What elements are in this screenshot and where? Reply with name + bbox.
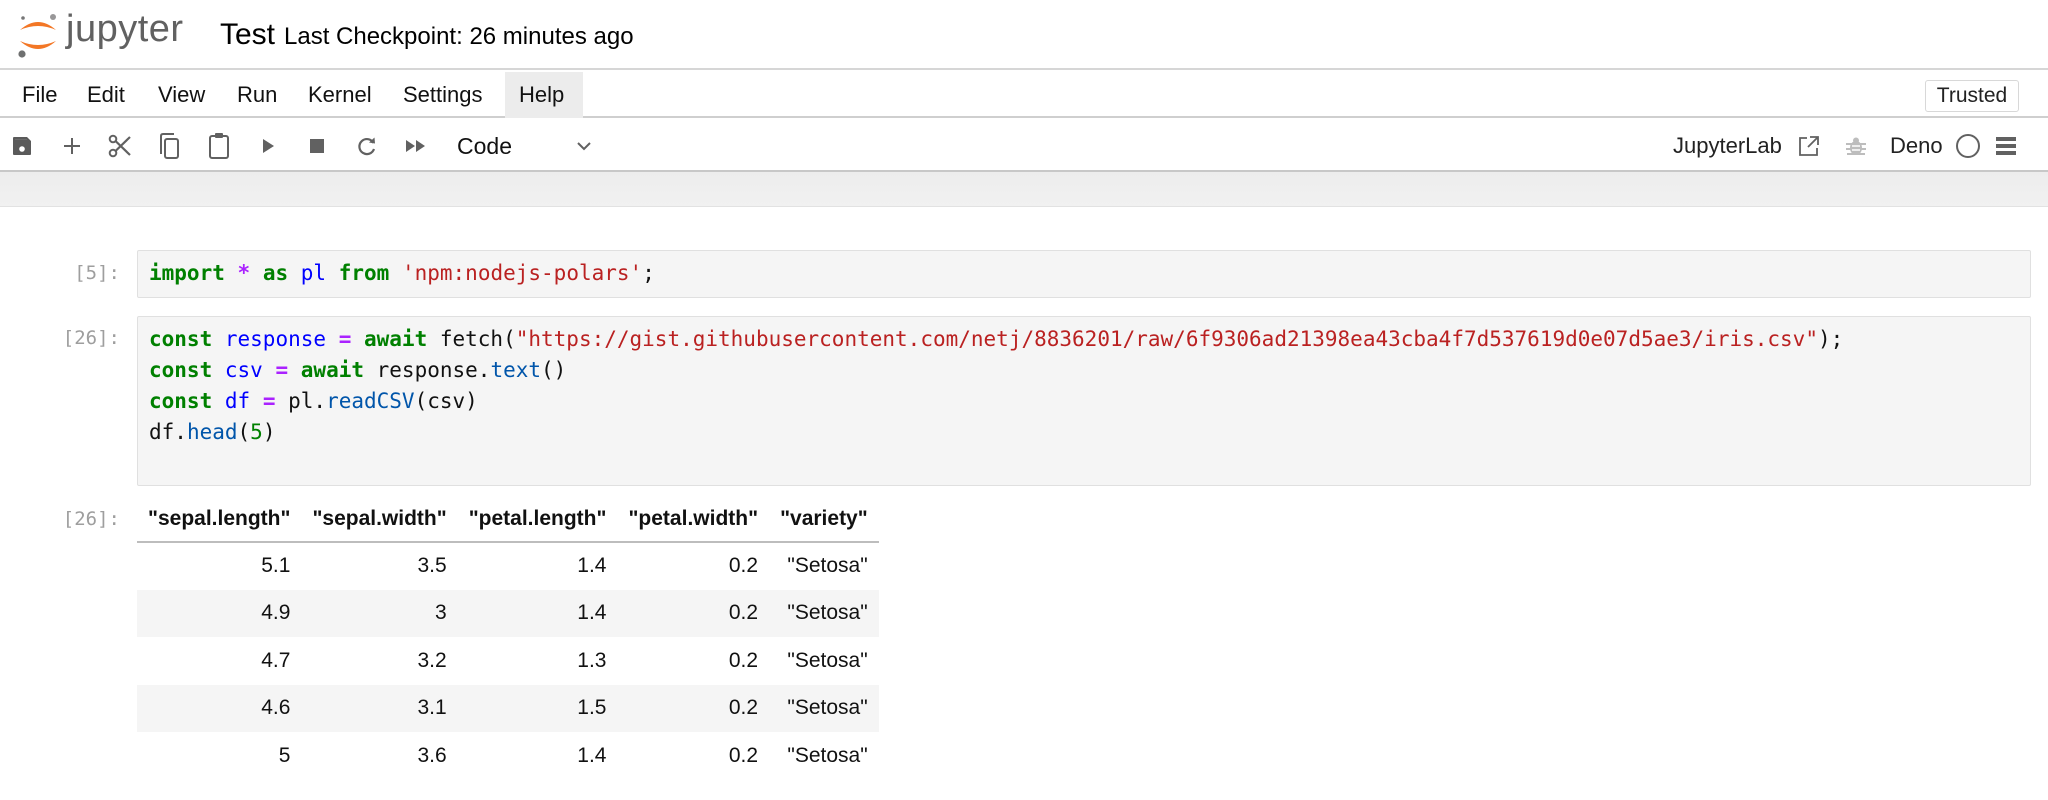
column-header: "sepal.width" [301,496,458,543]
menu-help[interactable]: Help [505,72,583,118]
table-cell: 1.4 [577,743,607,767]
save-icon [10,134,34,158]
column-header: "petal.width" [617,496,770,543]
copy-icon [157,132,181,160]
trusted-indicator[interactable]: Trusted [1925,80,2019,112]
table-cell: "Setosa" [769,589,879,637]
table-cell: "Setosa" [787,554,868,578]
menu-settings[interactable]: Settings [389,72,497,118]
menu-kernel[interactable]: Kernel [294,72,386,118]
copy-button[interactable] [153,130,185,162]
table-cell: 5 [278,743,291,767]
cut-icon [107,133,133,159]
table-row: 5 3.6 1.4 0.2 "Setosa" [137,732,879,780]
table-cell: 3.1 [301,684,458,732]
table-cell: 4.6 [137,684,302,732]
cell-1-code-line[interactable]: import * as pl from 'npm:nodejs-polars'; [149,258,655,289]
plus-icon [61,135,83,157]
cell-1-input[interactable]: import * as pl from 'npm:nodejs-polars'; [137,250,2031,298]
cell-2-code-line-2[interactable]: const csv = await response.text() [149,355,566,386]
table-cell: 4.7 [261,648,291,672]
table-cell: 1.4 [577,554,607,578]
column-header: "sepal.length" [137,496,302,543]
table-row: 4.7 3.2 1.3 0.2 "Setosa" [137,637,879,685]
table-row: 5.1 3.5 1.4 0.2 "Setosa" [137,542,879,590]
table-cell: 4.9 [137,589,302,637]
table-cell: 0.2 [617,589,770,637]
menu-edit[interactable]: Edit [73,72,139,118]
table-cell: 1.4 [457,589,618,637]
table-cell: 3.6 [417,743,447,767]
top-header: jupyter Test Last Checkpoint: 26 minutes… [0,0,2048,70]
table-cell: 0.2 [617,684,770,732]
menubar: File Edit View Run Kernel Settings Help … [0,72,2048,118]
external-link-icon[interactable] [1797,134,1821,163]
cell-1-prompt: [5]: [74,262,120,284]
jupyter-logo-icon[interactable] [14,10,62,60]
table-header-row: "sepal.length" "sepal.width" "petal.leng… [137,496,879,543]
table-row: 4.9 3 1.4 0.2 "Setosa" [137,589,879,637]
table-cell: 1.3 [577,648,607,672]
save-button[interactable] [6,130,38,162]
column-header: "variety" [769,496,879,543]
toolbar-separator-band [0,172,2048,207]
column-header: "petal.length" [457,496,618,543]
table-cell: "Setosa" [769,684,879,732]
table-row: 4.6 3.1 1.5 0.2 "Setosa" [137,684,879,732]
open-in-jupyterlab-button[interactable]: JupyterLab [1673,120,1782,172]
interrupt-button[interactable] [301,130,333,162]
table-cell: 0.2 [728,554,759,578]
kernel-name[interactable]: Deno [1890,120,1943,172]
notebook-title[interactable]: Test [220,18,275,52]
jupyter-wordmark[interactable]: jupyter [66,8,184,51]
paste-button[interactable] [203,130,235,162]
run-all-button[interactable] [400,130,432,162]
menu-file[interactable]: File [8,72,71,118]
table-cell: 3.2 [417,648,447,672]
cell-2-code-line-1[interactable]: const response = await fetch("https://gi… [149,324,1843,355]
menu-view[interactable]: View [144,72,219,118]
restart-button[interactable] [351,130,383,162]
table-cell: 1.5 [457,684,618,732]
cell-2-input[interactable]: const response = await fetch("https://gi… [137,316,2031,486]
fast-forward-icon [404,137,428,155]
insert-cell-button[interactable] [56,130,88,162]
menu-run[interactable]: Run [223,72,291,118]
run-icon [258,136,278,156]
table-cell: "Setosa" [787,743,868,767]
hamburger-menu-icon[interactable] [1994,134,2018,163]
run-button[interactable] [252,130,284,162]
last-checkpoint-status: Last Checkpoint: 26 minutes ago [284,23,634,50]
output-prompt: [26]: [62,508,120,530]
table-cell: 3 [301,589,458,637]
cell-2-code-line-3[interactable]: const df = pl.readCSV(csv) [149,386,478,417]
fetch-url-string: "https://gist.githubusercontent.com/netj… [515,327,1818,351]
table-cell: "Setosa" [787,648,868,672]
chevron-down-icon[interactable] [572,134,596,158]
cut-button[interactable] [104,130,136,162]
cell-2-prompt: [26]: [62,327,120,349]
stop-icon [308,137,326,155]
dataframe-output-table: "sepal.length" "sepal.width" "petal.leng… [137,496,879,780]
table-cell: 3.5 [417,554,447,578]
table-cell: 5.1 [261,554,291,578]
table-cell: 0.2 [728,743,759,767]
kernel-idle-circle-icon [1955,133,1981,164]
table-cell: 0.2 [728,648,759,672]
cell-2-code-line-4[interactable]: df.head(5) [149,417,275,448]
paste-icon [207,132,231,160]
notebook-toolbar: Code JupyterLab Deno [0,120,2048,172]
bug-icon[interactable] [1844,134,1868,163]
restart-icon [356,135,378,157]
